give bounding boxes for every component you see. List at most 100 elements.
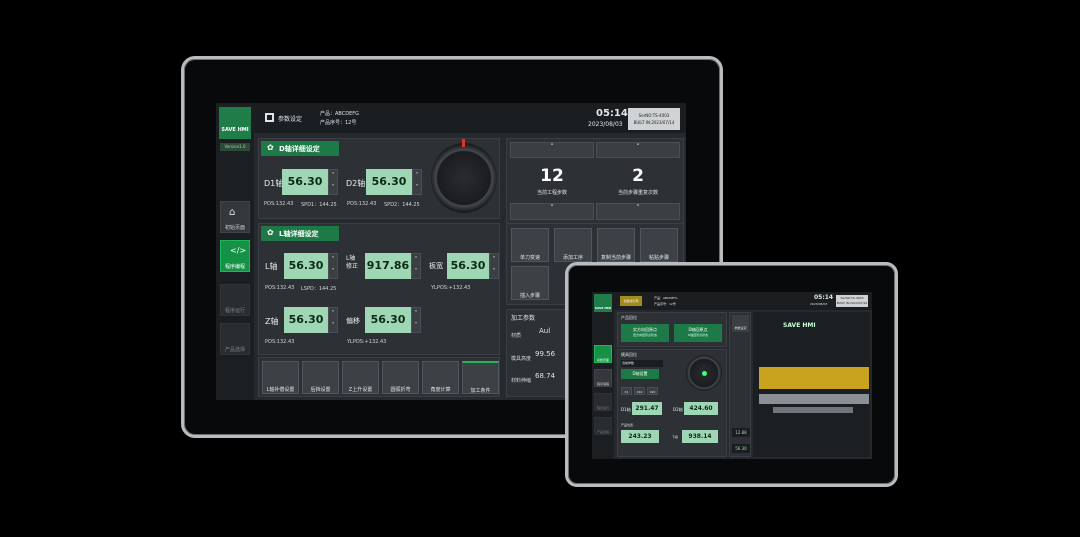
sidebar: SAVE HMI Version1.0 初始页面 ⌂ 程序编程 </> 程序运行… bbox=[216, 103, 254, 400]
d2-speed: SPD2：144.25 bbox=[384, 202, 420, 208]
z-pos: POS:132.43 bbox=[265, 339, 295, 345]
current-step-label: 当前工程步数 bbox=[536, 190, 567, 196]
small-right-value-1: 12.88 bbox=[732, 428, 750, 437]
paste-step-button[interactable]: 粘贴步骤 bbox=[640, 228, 678, 262]
d1-speed: SPD1：144.25 bbox=[301, 202, 337, 208]
small-nav-run-label: 程序运行 bbox=[596, 406, 609, 410]
nav-program-run-label: 程序运行 bbox=[224, 308, 245, 314]
copy-step-label: 复制当前步骤 bbox=[600, 255, 631, 261]
small-guide-badge[interactable]: 初始化引导 bbox=[620, 296, 642, 306]
small-sidebar: SAVE HMI 初始页面 程序编程 程序运行 产品选择 bbox=[592, 292, 614, 459]
nav-product-select-button[interactable]: 产品选择 bbox=[220, 323, 250, 355]
nav-program-run-button[interactable]: 程序运行 bbox=[220, 284, 250, 316]
bottom-toolbar: L轴补偿设置 后挡设置 Z上升设置 圆弧折弯 角度计算 加工条件 bbox=[258, 357, 500, 397]
angle-calc-label: 角度计算 bbox=[430, 387, 451, 393]
small-nav-product[interactable]: 产品选择 bbox=[594, 417, 612, 435]
small-settings-button[interactable]: 参数设定 bbox=[732, 315, 749, 332]
add-process-button[interactable]: 添加工序 bbox=[554, 228, 592, 262]
small-combo[interactable]: 当前参数 bbox=[621, 360, 663, 367]
l-compensation-button[interactable]: L轴补偿设置 bbox=[262, 361, 299, 394]
grid-icon bbox=[265, 113, 274, 122]
offset-stepper[interactable]: ˄ ˅ bbox=[411, 307, 421, 333]
insert-step-label: 插入步骤 bbox=[519, 293, 540, 299]
copy-step-button[interactable]: 复制当前步骤 bbox=[597, 228, 635, 262]
d1-stepper[interactable]: ˄ ˅ bbox=[328, 169, 338, 195]
small-nav-product-label: 产品选择 bbox=[596, 430, 609, 434]
small-product-no: 产品序号：12号 bbox=[654, 302, 676, 306]
z-label: Z轴 bbox=[265, 317, 279, 326]
small-nav-program[interactable]: 程序编程 bbox=[594, 369, 612, 387]
nav-home-label: 初始页面 bbox=[224, 225, 245, 231]
small-lower-label: 下模 bbox=[672, 435, 679, 439]
small-d-set-button[interactable]: D轴设置 bbox=[621, 369, 659, 379]
version-label: Version1.0 bbox=[220, 143, 250, 151]
small-screen: SAVE HMI 初始页面 程序编程 程序运行 产品选择 初始化引导 产品：AB… bbox=[592, 292, 872, 459]
header: 参数设定 产品：ABCDEFG 产品序号：12号 05:14 2023/08/0… bbox=[254, 103, 686, 133]
small-home-btn-2[interactable]: D轴回原点 D轴回原点状态 bbox=[674, 324, 722, 342]
serial-number: SerNO:TS-4003 bbox=[638, 113, 670, 118]
small-nav-run[interactable]: 程序运行 bbox=[594, 393, 612, 411]
l-correction-value[interactable]: 917.86 bbox=[365, 253, 411, 279]
arc-bend-button[interactable]: 圆弧折弯 bbox=[382, 361, 419, 394]
board-width-stepper[interactable]: ˄ ˅ bbox=[489, 253, 499, 279]
back-gauge-button[interactable]: 后挡设置 bbox=[302, 361, 339, 394]
logo: SAVE HMI bbox=[219, 107, 251, 139]
board-ypos: YLPOS:+132.43 bbox=[431, 285, 471, 291]
small-date: 2023/08/03 bbox=[810, 302, 828, 306]
small-home-btn-1[interactable]: 实方向回原点 回方向回原点状态 bbox=[621, 324, 669, 342]
l-value[interactable]: 56.30 bbox=[284, 253, 328, 279]
l-correction-stepper[interactable]: ˄ ˅ bbox=[411, 253, 421, 279]
product-number: 产品序号：12号 bbox=[320, 120, 357, 126]
offset-ypos: YLPOS:+132.43 bbox=[347, 339, 387, 345]
small-x20-tab[interactable]: X20 bbox=[647, 387, 658, 395]
d1-value[interactable]: 56.30 bbox=[282, 169, 328, 195]
arc-bend-label: 圆弧折弯 bbox=[390, 387, 411, 393]
small-knob-led bbox=[702, 371, 707, 376]
d2-pos: POS:132.43 bbox=[347, 201, 377, 207]
small-d2-label: D2轴 bbox=[673, 407, 683, 412]
home-icon: ⌂ bbox=[229, 207, 236, 218]
offset-value[interactable]: 56.30 bbox=[365, 307, 411, 333]
die-height-label: 模具高度 bbox=[511, 356, 532, 362]
z-value[interactable]: 56.30 bbox=[284, 307, 328, 333]
l-stepper[interactable]: ˄ ˅ bbox=[328, 253, 338, 279]
single-knife-button[interactable]: 单刀变速 bbox=[511, 228, 549, 262]
d1-pos: POS:132.43 bbox=[264, 201, 294, 207]
small-x1-tab[interactable]: X1 bbox=[621, 387, 632, 395]
gear-icon: ✿ bbox=[267, 228, 274, 237]
board-width-value[interactable]: 56.30 bbox=[447, 253, 489, 279]
small-sec1-title: 产品回位 bbox=[621, 315, 637, 320]
process-params-title: 加工参数 bbox=[511, 315, 536, 322]
small-lower-value[interactable]: 938.14 bbox=[682, 430, 718, 443]
repeat-up-button[interactable]: ˄ bbox=[596, 142, 680, 158]
step-down-button[interactable]: ˅ bbox=[510, 203, 594, 220]
small-d1-value[interactable]: 291.47 bbox=[632, 402, 662, 415]
knob-indicator bbox=[462, 139, 465, 147]
small-press-beam bbox=[759, 367, 869, 389]
nav-program-edit-button[interactable]: 程序编程 bbox=[220, 240, 250, 272]
process-condition-button[interactable]: 加工条件 bbox=[462, 361, 499, 394]
material-value: Aul bbox=[539, 327, 551, 335]
small-nav-home[interactable]: 初始页面 bbox=[594, 345, 612, 363]
small-x10-tab[interactable]: X10 bbox=[634, 387, 645, 395]
small-time: 05:14 bbox=[814, 294, 834, 301]
small-d2-value[interactable]: 424.60 bbox=[684, 402, 718, 415]
small-settings-label: 参数设定 bbox=[734, 326, 747, 330]
repeat-count-value: 2 bbox=[632, 166, 644, 186]
current-step-value: 12 bbox=[540, 166, 564, 186]
step-up-button[interactable]: ˄ bbox=[510, 142, 594, 158]
small-plate-value[interactable]: 243.23 bbox=[621, 430, 659, 443]
d2-value[interactable]: 56.30 bbox=[366, 169, 412, 195]
insert-step-button[interactable]: 插入步骤 bbox=[511, 266, 549, 300]
z-stepper[interactable]: ˄ ˅ bbox=[328, 307, 338, 333]
handwheel-knob[interactable] bbox=[431, 143, 497, 213]
add-process-label: 添加工序 bbox=[562, 255, 583, 261]
serial-box: SerNO:TS-4003 BUILT IN:2023/07/14 bbox=[628, 108, 680, 130]
z-rise-button[interactable]: Z上升设置 bbox=[342, 361, 379, 394]
angle-calc-button[interactable]: 角度计算 bbox=[422, 361, 459, 394]
d2-stepper[interactable]: ˄ ˅ bbox=[412, 169, 422, 195]
repeat-count-label: 当前步骤重复次数 bbox=[617, 190, 658, 196]
small-logo: SAVE HMI bbox=[594, 294, 612, 312]
repeat-down-button[interactable]: ˅ bbox=[596, 203, 680, 220]
l-correction-label-1: L轴 bbox=[346, 255, 356, 262]
